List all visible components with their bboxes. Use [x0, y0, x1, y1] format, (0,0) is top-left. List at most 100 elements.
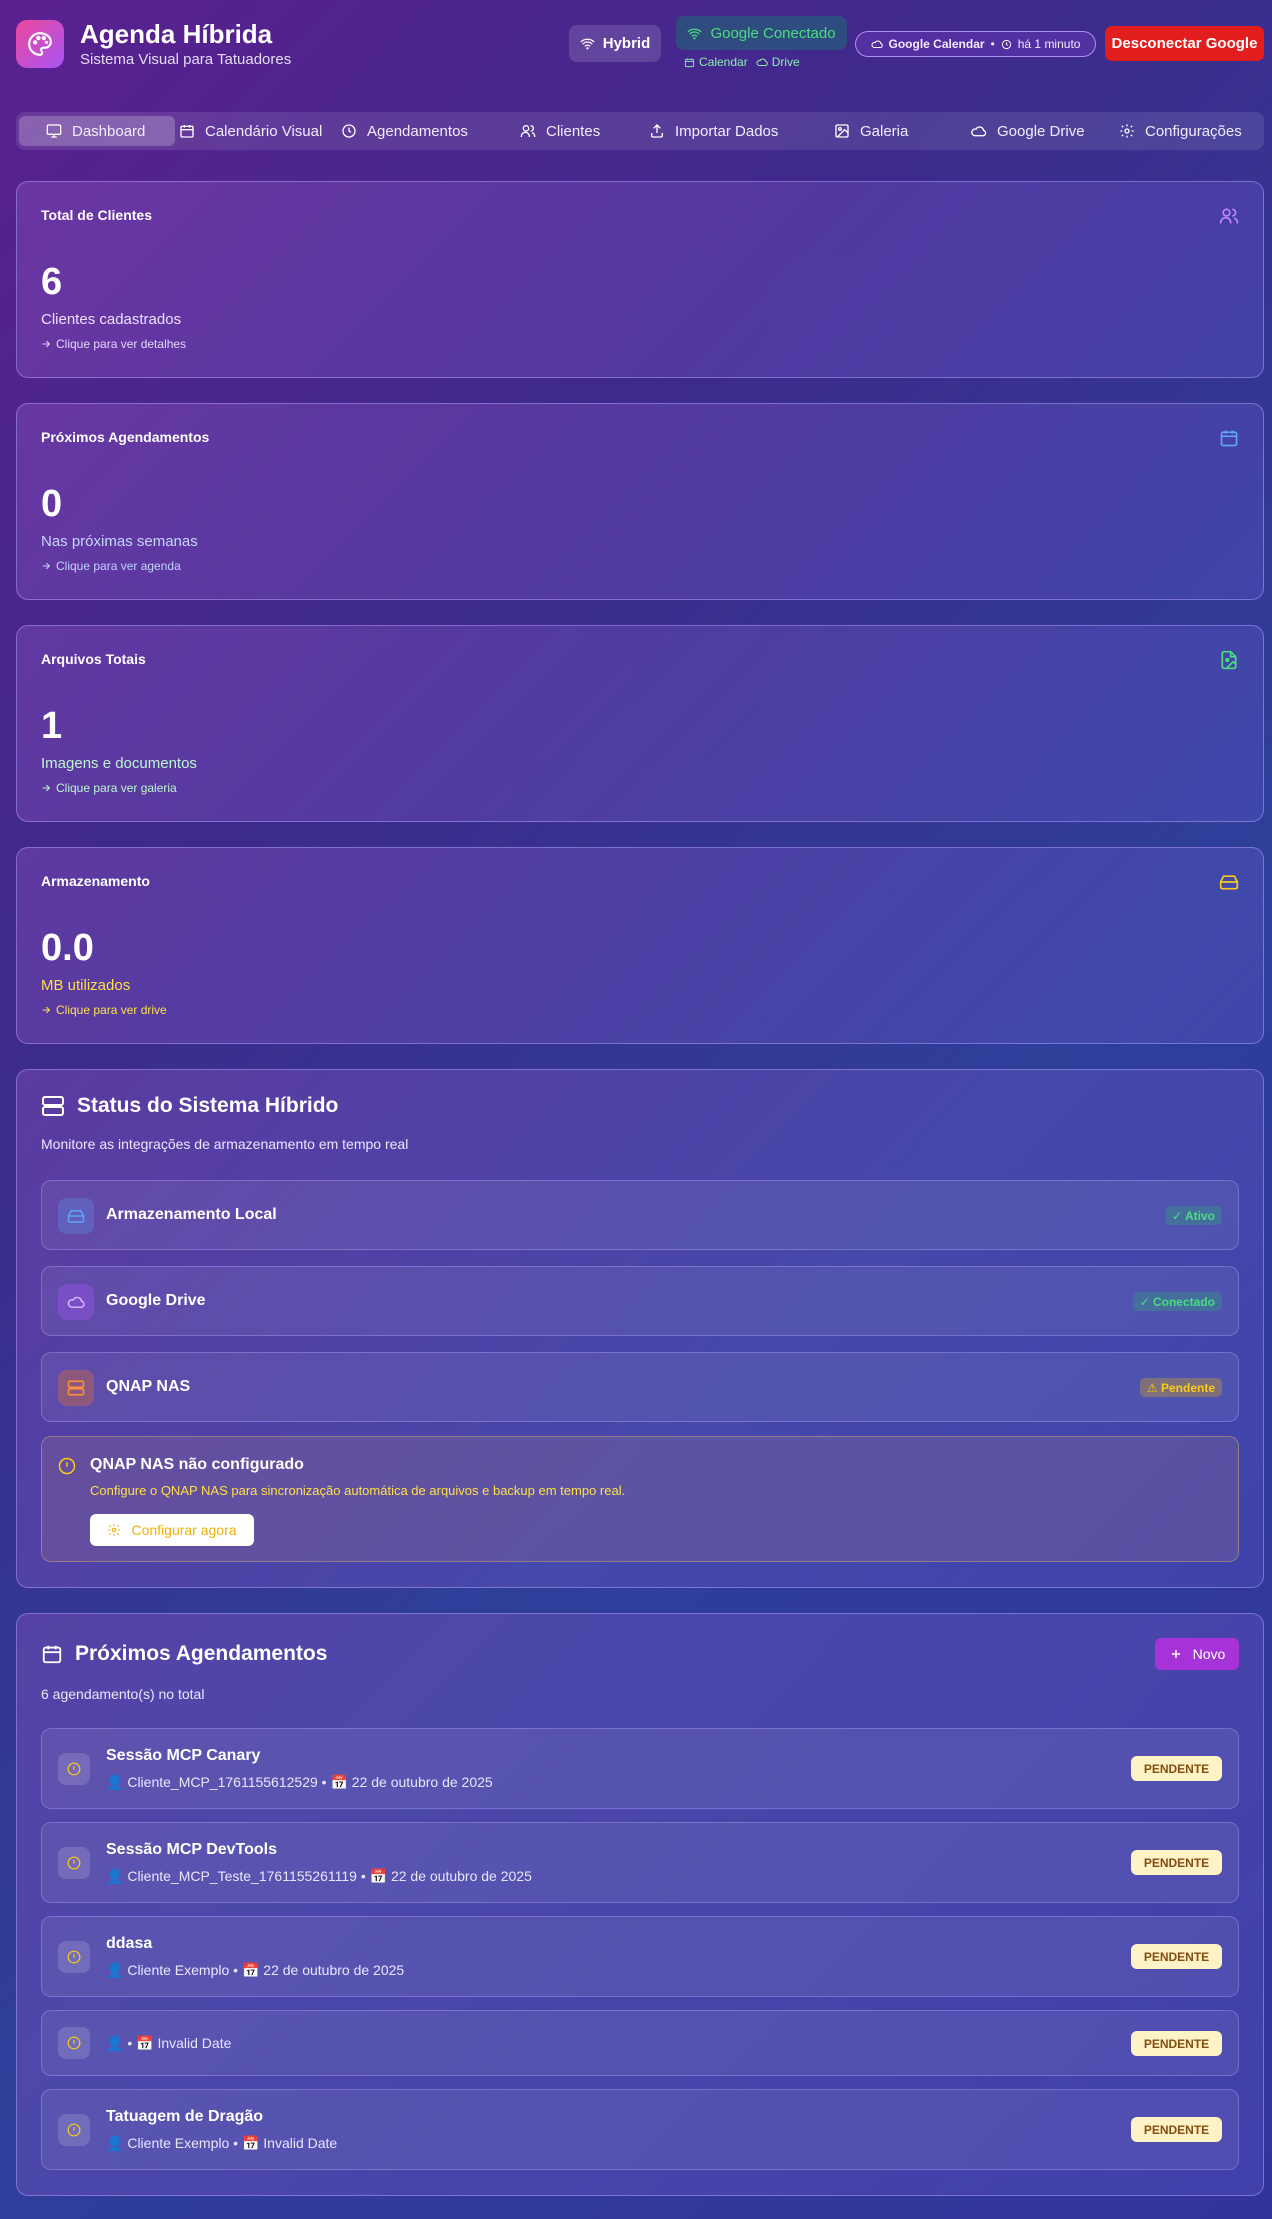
- clock-icon: [342, 124, 356, 138]
- status-badge: ✓ Conectado: [1132, 1292, 1222, 1311]
- status-badge: ⚠ Pendente: [1139, 1378, 1222, 1397]
- integration-name: Google Drive: [106, 1292, 206, 1309]
- palette-logo-icon: [16, 20, 64, 68]
- stat-value: 1: [41, 705, 63, 747]
- stat-title: Próximos Agendamentos: [41, 429, 210, 445]
- tab-dashboard[interactable]: Dashboard: [19, 116, 175, 146]
- app-header: Agenda Híbrida Sistema Visual para Tatua…: [0, 0, 1272, 88]
- cloud-icon: [756, 58, 768, 67]
- stat-link[interactable]: Clique para ver galeria: [41, 781, 177, 795]
- wifi-icon: [688, 28, 702, 39]
- stat-value: 6: [41, 261, 63, 303]
- tab-agendamentos[interactable]: Agendamentos: [341, 116, 468, 146]
- appointments-count: 6 agendamento(s) no total: [41, 1686, 205, 1702]
- appointment-title: Sessão MCP DevTools: [106, 1841, 278, 1858]
- warning-text: Configure o QNAP NAS para sincronização …: [90, 1483, 626, 1498]
- calendar-icon: [1220, 430, 1238, 447]
- appointment-meta: 👤 Cliente Exemplo • 📅 22 de outubro de 2…: [106, 1962, 405, 1978]
- appointment-meta: 👤 • 📅 Invalid Date: [106, 2035, 232, 2051]
- gear-icon: [108, 1524, 121, 1536]
- tab-label: Galeria: [860, 122, 909, 140]
- alert-circle-icon: [58, 1457, 76, 1475]
- section-subtitle: Monitore as integrações de armazenamento…: [41, 1136, 409, 1152]
- appointment-item[interactable]: Sessão MCP DevTools 👤 Cliente_MCP_Teste_…: [41, 1822, 1239, 1903]
- stat-value: 0.0: [41, 927, 94, 969]
- stat-title: Arquivos Totais: [41, 651, 146, 667]
- configure-qnap-button[interactable]: Configurar agora: [90, 1514, 254, 1546]
- tab-clientes[interactable]: Clientes: [520, 116, 600, 146]
- system-status-panel: Status do Sistema Híbrido Monitore as in…: [16, 1069, 1264, 1588]
- integration-google-drive: Google Drive ✓ Conectado: [41, 1266, 1239, 1336]
- upload-icon: [651, 124, 663, 138]
- appointment-item[interactable]: Sessão MCP Canary 👤 Cliente_MCP_17611556…: [41, 1728, 1239, 1809]
- stat-title: Armazenamento: [41, 873, 150, 889]
- service-drive-label: Drive: [771, 55, 800, 69]
- stat-card-armazenamento[interactable]: Armazenamento 0.0 MB utilizados Clique p…: [16, 847, 1264, 1044]
- status-badge: PENDENTE: [1131, 1944, 1222, 1969]
- status-badge: PENDENTE: [1131, 2031, 1222, 2056]
- stat-description: Imagens e documentos: [41, 755, 197, 772]
- mode-label: Hybrid: [602, 35, 651, 52]
- tab-galeria[interactable]: Galeria: [834, 116, 908, 146]
- stat-description: MB utilizados: [41, 977, 131, 994]
- appointment-meta: 👤 Cliente_MCP_1761155612529 • 📅 22 de ou…: [106, 1774, 493, 1790]
- calendar-icon: [180, 125, 194, 138]
- new-appointment-button[interactable]: Novo: [1155, 1638, 1239, 1670]
- gear-icon: [1120, 124, 1134, 138]
- alert-circle-icon: [58, 2027, 90, 2059]
- calendar-sync-label: Google Calendar: [888, 37, 985, 51]
- hard-drive-icon: [58, 1198, 94, 1234]
- alert-circle-icon: [58, 1847, 90, 1879]
- stat-link[interactable]: Clique para ver drive: [41, 1003, 167, 1017]
- alert-circle-icon: [58, 2114, 90, 2146]
- google-services: Calendar Drive: [684, 55, 800, 69]
- service-drive: Drive: [756, 55, 800, 69]
- wifi-icon: [580, 38, 595, 50]
- stat-card-agendamentos[interactable]: Próximos Agendamentos 0 Nas próximas sem…: [16, 403, 1264, 600]
- stat-link[interactable]: Clique para ver detalhes: [41, 337, 186, 351]
- stat-description: Nas próximas semanas: [41, 533, 198, 550]
- stat-link[interactable]: Clique para ver agenda: [41, 559, 181, 573]
- tab-label: Calendário Visual: [205, 122, 323, 140]
- stat-description: Clientes cadastrados: [41, 311, 182, 328]
- service-calendar-label: Calendar: [699, 55, 748, 69]
- mode-badge[interactable]: Hybrid: [569, 25, 661, 62]
- server-icon: [58, 1370, 94, 1406]
- disconnect-google-button[interactable]: Desconectar Google: [1105, 26, 1264, 61]
- calendar-icon: [42, 1645, 62, 1664]
- section-title: Próximos Agendamentos: [41, 1642, 327, 1666]
- tab-configuracoes[interactable]: Configurações: [1119, 116, 1242, 146]
- tab-calendario-visual[interactable]: Calendário Visual: [179, 116, 322, 146]
- main-nav: Dashboard Calendário Visual Agendamentos…: [16, 112, 1264, 150]
- integration-qnap-nas: QNAP NAS ⚠ Pendente: [41, 1352, 1239, 1422]
- tab-google-drive[interactable]: Google Drive: [970, 116, 1085, 146]
- appointment-item[interactable]: 👤 • 📅 Invalid Date PENDENTE: [41, 2010, 1239, 2076]
- stat-title: Total de Clientes: [41, 207, 152, 223]
- appointment-item[interactable]: Tatuagem de Dragão 👤 Cliente Exemplo • 📅…: [41, 2089, 1239, 2170]
- calendar-sync-pill[interactable]: Google Calendar • há 1 minuto: [855, 31, 1096, 57]
- clock-icon: [1001, 39, 1011, 49]
- tab-label: Agendamentos: [367, 122, 468, 140]
- cloud-icon: [58, 1284, 94, 1320]
- stat-card-arquivos[interactable]: Arquivos Totais 1 Imagens e documentos C…: [16, 625, 1264, 822]
- appointment-item[interactable]: ddasa 👤 Cliente Exemplo • 📅 22 de outubr…: [41, 1916, 1239, 1997]
- status-badge: PENDENTE: [1131, 1850, 1222, 1875]
- alert-circle-icon: [58, 1941, 90, 1973]
- appointment-title: ddasa: [106, 1935, 153, 1952]
- stat-card-clientes[interactable]: Total de Clientes 6 Clientes cadastrados…: [16, 181, 1264, 378]
- arrow-right-icon: [42, 562, 51, 570]
- users-icon: [520, 125, 536, 137]
- qnap-warning: QNAP NAS não configurado Configure o QNA…: [41, 1436, 1239, 1562]
- section-title: Status do Sistema Híbrido: [41, 1094, 338, 1118]
- status-badge: PENDENTE: [1131, 2117, 1222, 2142]
- appointment-meta: 👤 Cliente Exemplo • 📅 Invalid Date: [106, 2135, 338, 2151]
- tab-importar-dados[interactable]: Importar Dados: [649, 116, 778, 146]
- tab-label: Importar Dados: [675, 122, 779, 140]
- tab-label: Dashboard: [72, 122, 146, 140]
- server-icon: [42, 1096, 64, 1116]
- google-status-label: Google Conectado: [710, 24, 836, 42]
- appointment-meta: 👤 Cliente_MCP_Teste_1761155261119 • 📅 22…: [106, 1868, 532, 1884]
- warning-title: QNAP NAS não configurado: [90, 1456, 304, 1473]
- calendar-icon: [684, 57, 695, 67]
- users-icon: [1219, 208, 1239, 224]
